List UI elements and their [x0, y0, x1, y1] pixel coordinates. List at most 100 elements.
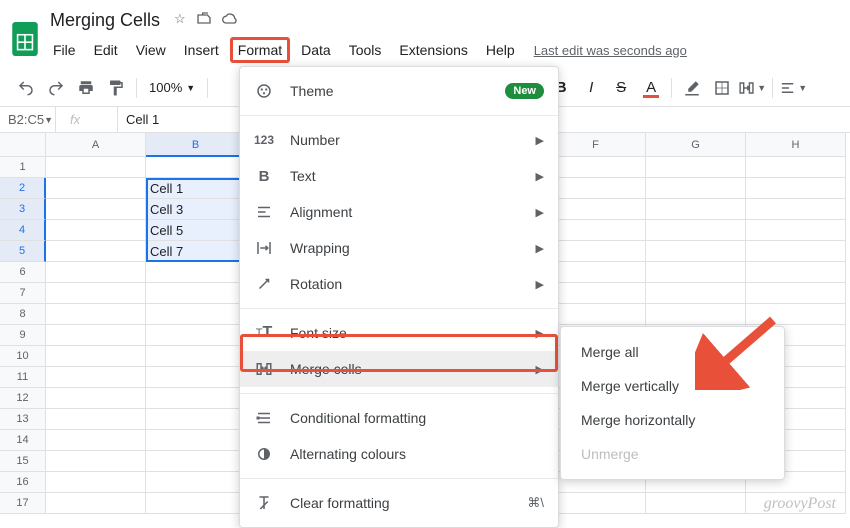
cell[interactable]: [746, 304, 846, 325]
cell[interactable]: [46, 346, 146, 367]
column-header[interactable]: A: [46, 133, 146, 157]
menu-item-number[interactable]: 123Number▶: [240, 122, 558, 158]
cell[interactable]: [546, 178, 646, 199]
cell[interactable]: [646, 493, 746, 514]
cell[interactable]: [646, 157, 746, 178]
menu-format[interactable]: Format: [230, 37, 290, 63]
cell[interactable]: [46, 430, 146, 451]
cell[interactable]: Cell 7: [146, 241, 246, 262]
cell[interactable]: [46, 304, 146, 325]
menu-item-font-size[interactable]: TTFont size▶: [240, 315, 558, 351]
row-header[interactable]: 12: [0, 388, 46, 409]
cell[interactable]: [46, 220, 146, 241]
column-header[interactable]: G: [646, 133, 746, 157]
cell[interactable]: [546, 241, 646, 262]
menu-help[interactable]: Help: [479, 38, 522, 62]
cell[interactable]: [646, 241, 746, 262]
cell[interactable]: [146, 451, 246, 472]
row-header[interactable]: 3: [0, 199, 46, 220]
row-header[interactable]: 9: [0, 325, 46, 346]
doc-title[interactable]: Merging Cells: [46, 8, 164, 33]
cell[interactable]: [646, 178, 746, 199]
name-box[interactable]: B2:C5▼: [0, 107, 56, 132]
submenu-item-merge-vertically[interactable]: Merge vertically: [561, 369, 784, 403]
cell[interactable]: [646, 283, 746, 304]
cell[interactable]: [746, 157, 846, 178]
row-header[interactable]: 7: [0, 283, 46, 304]
cell[interactable]: [646, 199, 746, 220]
row-header[interactable]: 5: [0, 241, 46, 262]
menu-view[interactable]: View: [129, 38, 173, 62]
select-all-corner[interactable]: [0, 133, 46, 157]
cell[interactable]: [546, 220, 646, 241]
cell[interactable]: [746, 178, 846, 199]
cell[interactable]: [746, 241, 846, 262]
menu-item-theme[interactable]: ThemeNew: [240, 73, 558, 109]
sheets-logo[interactable]: [12, 21, 38, 57]
cell[interactable]: [546, 493, 646, 514]
cell[interactable]: [46, 388, 146, 409]
row-header[interactable]: 17: [0, 493, 46, 514]
cell[interactable]: [146, 262, 246, 283]
menu-tools[interactable]: Tools: [342, 38, 389, 62]
cell[interactable]: [146, 304, 246, 325]
cell[interactable]: [146, 409, 246, 430]
menu-extensions[interactable]: Extensions: [392, 38, 474, 62]
cell[interactable]: [46, 451, 146, 472]
cell[interactable]: [46, 325, 146, 346]
undo-button[interactable]: [12, 74, 40, 102]
cell[interactable]: [746, 220, 846, 241]
menu-item-rotation[interactable]: Rotation▶: [240, 266, 558, 302]
cell[interactable]: [746, 199, 846, 220]
cell[interactable]: [146, 157, 246, 178]
text-color-button[interactable]: A: [637, 74, 665, 102]
italic-button[interactable]: I: [577, 74, 605, 102]
print-button[interactable]: [72, 74, 100, 102]
cell[interactable]: [146, 346, 246, 367]
cell[interactable]: Cell 3: [146, 199, 246, 220]
cell[interactable]: [46, 493, 146, 514]
menu-item-alignment[interactable]: Alignment▶: [240, 194, 558, 230]
cell[interactable]: [146, 430, 246, 451]
star-icon[interactable]: ☆: [174, 11, 186, 30]
paint-format-button[interactable]: [102, 74, 130, 102]
row-header[interactable]: 11: [0, 367, 46, 388]
cell[interactable]: [46, 199, 146, 220]
cell[interactable]: [146, 283, 246, 304]
cell[interactable]: [146, 472, 246, 493]
row-header[interactable]: 8: [0, 304, 46, 325]
cell[interactable]: [146, 493, 246, 514]
merge-button[interactable]: ▼: [738, 74, 766, 102]
cell[interactable]: [546, 304, 646, 325]
row-header[interactable]: 2: [0, 178, 46, 199]
row-header[interactable]: 16: [0, 472, 46, 493]
cell[interactable]: [546, 283, 646, 304]
zoom-select[interactable]: 100% ▼: [143, 80, 201, 95]
cell[interactable]: [146, 388, 246, 409]
column-header[interactable]: B: [146, 133, 246, 157]
borders-button[interactable]: [708, 74, 736, 102]
cell[interactable]: [646, 220, 746, 241]
cloud-status-icon[interactable]: [222, 11, 238, 30]
move-icon[interactable]: [196, 11, 212, 30]
row-header[interactable]: 13: [0, 409, 46, 430]
last-edit-link[interactable]: Last edit was seconds ago: [534, 43, 687, 58]
row-header[interactable]: 1: [0, 157, 46, 178]
menu-data[interactable]: Data: [294, 38, 338, 62]
menu-item-alternating-colours[interactable]: Alternating colours: [240, 436, 558, 472]
submenu-item-merge-all[interactable]: Merge all: [561, 335, 784, 369]
row-header[interactable]: 14: [0, 430, 46, 451]
cell[interactable]: [46, 262, 146, 283]
strikethrough-button[interactable]: S: [607, 74, 635, 102]
cell[interactable]: [46, 157, 146, 178]
redo-button[interactable]: [42, 74, 70, 102]
menu-item-clear-formatting[interactable]: Clear formatting⌘\: [240, 485, 558, 521]
row-header[interactable]: 6: [0, 262, 46, 283]
cell[interactable]: [646, 262, 746, 283]
cell[interactable]: Cell 5: [146, 220, 246, 241]
submenu-item-merge-horizontally[interactable]: Merge horizontally: [561, 403, 784, 437]
cell[interactable]: [546, 262, 646, 283]
column-header[interactable]: F: [546, 133, 646, 157]
row-header[interactable]: 10: [0, 346, 46, 367]
cell[interactable]: [546, 157, 646, 178]
